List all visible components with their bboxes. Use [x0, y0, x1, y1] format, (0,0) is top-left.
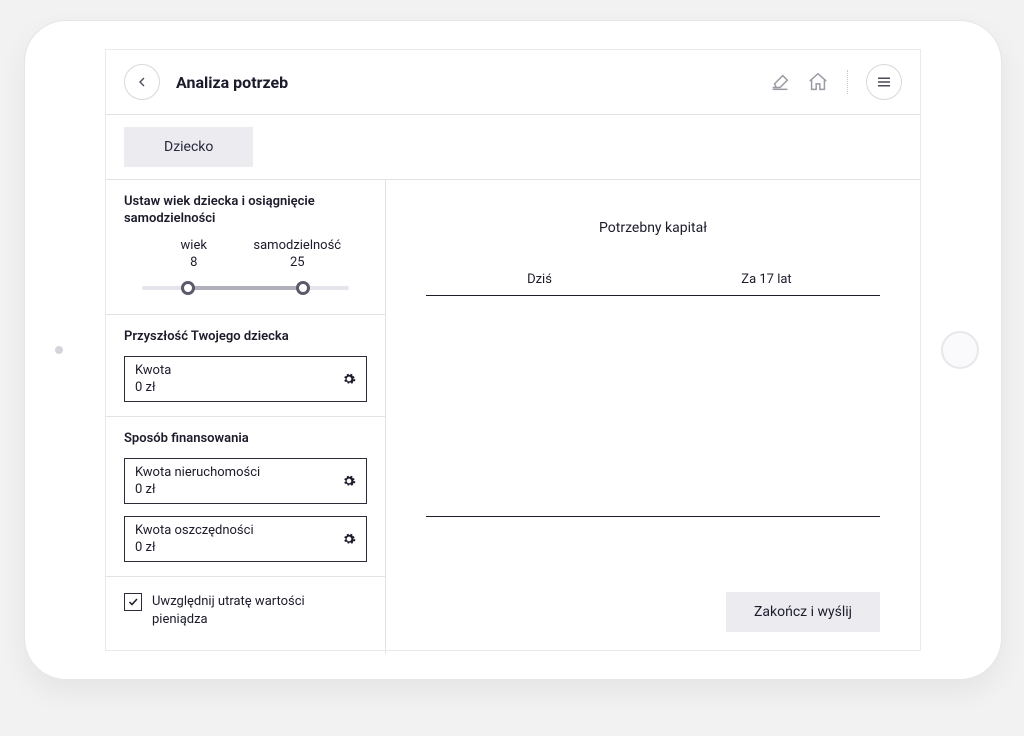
future-amount-value: 0 zł: [135, 380, 171, 395]
savings-amount-label: Kwota oszczędności: [135, 523, 254, 538]
slider-labels: wiek samodzielność: [124, 238, 367, 253]
header-left: Analiza potrzeb: [124, 64, 288, 100]
slider-label-independence: samodzielność: [246, 238, 350, 253]
financing-title: Sposób finansowania: [124, 431, 367, 448]
tab-child[interactable]: Dziecko: [124, 127, 253, 167]
section-age: Ustaw wiek dziecka i osiągnięcie samodzi…: [106, 180, 385, 315]
future-title: Przyszłość Twojego dziecka: [124, 329, 367, 346]
home-icon[interactable]: [807, 71, 829, 93]
slider-track-fill: [188, 286, 304, 290]
eraser-icon[interactable]: [769, 71, 791, 93]
savings-amount-field[interactable]: Kwota oszczędności 0 zł: [124, 516, 367, 562]
future-amount-label: Kwota: [135, 363, 171, 378]
slider-handle-min[interactable]: [181, 281, 195, 295]
realestate-amount-value: 0 zł: [135, 482, 260, 497]
realestate-amount-label: Kwota nieruchomości: [135, 465, 260, 480]
section-financing: Sposób finansowania Kwota nieruchomości …: [106, 417, 385, 577]
slider-handle-max[interactable]: [296, 281, 310, 295]
tablet-frame: Analiza potrzeb Dziecko: [24, 20, 1002, 680]
sidebar-left: Ustaw wiek dziecka i osiągnięcie samodzi…: [106, 180, 386, 654]
hamburger-icon: [875, 73, 893, 91]
finish-send-button[interactable]: Zakończ i wyślij: [726, 592, 880, 632]
tab-bar: Dziecko: [106, 115, 920, 180]
inflation-label: Uwzględnij utratę wartości pieniądza: [152, 593, 332, 629]
check-icon: [127, 596, 139, 608]
future-amount-field[interactable]: Kwota 0 zł: [124, 356, 367, 402]
tab-today[interactable]: Dziś: [426, 264, 653, 295]
home-button[interactable]: [941, 331, 979, 369]
gear-icon[interactable]: [342, 372, 356, 386]
header: Analiza potrzeb: [106, 50, 920, 115]
slider-label-age: wiek: [142, 238, 246, 253]
savings-amount-value: 0 zł: [135, 540, 254, 555]
divider: [847, 70, 848, 94]
chart-baseline: [426, 516, 880, 517]
chart-area: Potrzebny kapitał Dziś Za 17 lat: [386, 180, 920, 517]
inflation-row: Uwzględnij utratę wartości pieniądza: [106, 577, 385, 645]
back-button[interactable]: [124, 64, 160, 100]
header-right: [769, 64, 902, 100]
menu-button[interactable]: [866, 64, 902, 100]
tab-future-years[interactable]: Za 17 lat: [653, 264, 880, 295]
slider-values: 8 25: [124, 255, 367, 270]
page-title: Analiza potrzeb: [176, 73, 288, 92]
realestate-amount-field[interactable]: Kwota nieruchomości 0 zł: [124, 458, 367, 504]
age-title: Ustaw wiek dziecka i osiągnięcie samodzi…: [124, 194, 367, 228]
gear-icon[interactable]: [342, 532, 356, 546]
gear-icon[interactable]: [342, 474, 356, 488]
slider-value-age: 8: [142, 255, 246, 270]
capital-title: Potrzebny kapitał: [426, 220, 880, 236]
arrow-left-icon: [134, 74, 150, 90]
camera-dot: [55, 346, 63, 354]
capital-tabs: Dziś Za 17 lat: [426, 264, 880, 296]
content-columns: Ustaw wiek dziecka i osiągnięcie samodzi…: [106, 180, 920, 654]
slider-value-independence: 25: [246, 255, 350, 270]
range-slider[interactable]: [142, 278, 349, 298]
inflation-checkbox[interactable]: [124, 593, 142, 611]
app-screen: Analiza potrzeb Dziecko: [105, 49, 921, 651]
section-future: Przyszłość Twojego dziecka Kwota 0 zł: [106, 315, 385, 417]
main-panel: Potrzebny kapitał Dziś Za 17 lat Zakończ…: [386, 180, 920, 654]
